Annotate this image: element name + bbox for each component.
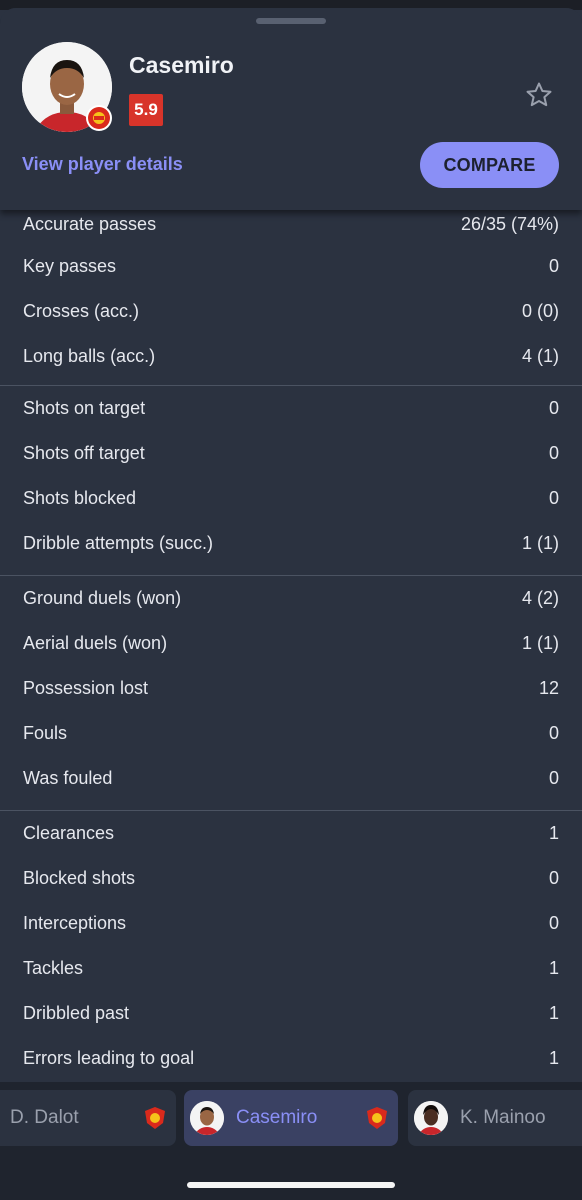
player-stats-sheet: Casemiro 5.9 View player details COMPARE… xyxy=(0,8,582,1200)
stat-label: Clearances xyxy=(23,823,115,843)
player-avatar xyxy=(190,1101,224,1135)
stat-row: Ground duels (won) 4 (2) xyxy=(23,576,559,621)
stat-row: Accurate passes 26/35 (74%) xyxy=(23,214,559,244)
stat-row: Interceptions 0 xyxy=(23,901,559,946)
stat-value: 12 xyxy=(538,678,559,698)
stat-group: Accurate passes 26/35 (74%) Key passes 0 Cro… xyxy=(0,210,582,386)
stat-value: 0 xyxy=(548,256,559,276)
stat-row: Aerial duels (won) 1 (1) xyxy=(23,621,559,666)
stat-row: Crosses (acc.) 0 (0) xyxy=(23,289,559,334)
stat-value: 1 xyxy=(548,823,559,843)
stat-label: Crosses (acc.) xyxy=(23,301,140,321)
stats-list: Accurate passes 26/35 (74%) Key passes 0 Cro… xyxy=(0,210,582,1091)
compare-button[interactable]: COMPARE xyxy=(420,142,559,188)
stat-value: 1 xyxy=(548,1048,559,1068)
stat-label: Dribble attempts (succ.) xyxy=(23,533,214,553)
tab-player-casemiro[interactable]: Casemiro xyxy=(184,1090,398,1146)
stat-label: Possession lost xyxy=(23,678,149,698)
star-icon[interactable] xyxy=(524,80,554,110)
stat-label: Tackles xyxy=(23,958,84,978)
stat-row: Clearances 1 xyxy=(23,811,559,856)
stat-row: Blocked shots 0 xyxy=(23,856,559,901)
stat-value: 26/35 (74%) xyxy=(460,214,559,234)
stat-label: Accurate passes xyxy=(23,214,157,234)
stat-value: 0 xyxy=(548,443,559,463)
stat-label: Shots off target xyxy=(23,443,145,463)
stat-label: Key passes xyxy=(23,256,117,276)
stat-row: Tackles 1 xyxy=(23,946,559,991)
club-crest-icon xyxy=(367,1107,387,1129)
stat-value: 0 xyxy=(548,868,559,888)
stat-label: Long balls (acc.) xyxy=(23,346,156,366)
tab-label: Casemiro xyxy=(236,1107,318,1128)
player-avatar xyxy=(414,1101,448,1135)
stat-value: 0 (0) xyxy=(521,301,559,321)
stat-value: 0 xyxy=(548,723,559,743)
stat-row: Shots off target 0 xyxy=(23,431,559,476)
stat-value: 4 (2) xyxy=(521,588,559,608)
stat-row: Possession lost 12 xyxy=(23,666,559,711)
stat-value: 0 xyxy=(548,488,559,508)
stat-value: 1 (1) xyxy=(521,633,559,653)
tab-label: D. Dalot xyxy=(10,1107,79,1128)
drag-handle[interactable] xyxy=(256,18,326,24)
stat-group: Clearances 1 Blocked shots 0 Interceptions 0 T… xyxy=(0,811,582,1091)
stat-group: Shots on target 0 Shots off target 0 Shots b… xyxy=(0,386,582,576)
stat-label: Blocked shots xyxy=(23,868,136,888)
stat-label: Shots on target xyxy=(23,398,146,418)
player-header: Casemiro 5.9 View player details COMPARE xyxy=(0,8,582,210)
stat-value: 0 xyxy=(548,768,559,788)
stat-label: Aerial duels (won) xyxy=(23,633,168,653)
stat-row: Dribbled past 1 xyxy=(23,991,559,1036)
stat-row: Long balls (acc.) 4 (1) xyxy=(23,334,559,379)
tab-player-k-mainoo[interactable]: K. Mainoo xyxy=(408,1090,582,1146)
stat-value: 4 (1) xyxy=(521,346,559,366)
stat-label: Ground duels (won) xyxy=(23,588,182,608)
stat-row: Was fouled 0 xyxy=(23,756,559,801)
stat-row: Fouls 0 xyxy=(23,711,559,756)
stat-value: 1 xyxy=(548,1003,559,1023)
player-name: Casemiro xyxy=(129,52,234,78)
stat-value: 0 xyxy=(548,913,559,933)
stat-label: Errors leading to goal xyxy=(23,1048,195,1068)
rating-badge: 5.9 xyxy=(129,94,163,126)
stat-label: Dribbled past xyxy=(23,1003,130,1023)
stat-label: Interceptions xyxy=(23,913,127,933)
club-crest-icon xyxy=(145,1107,165,1129)
tab-label: K. Mainoo xyxy=(460,1107,546,1128)
stat-value: 1 (1) xyxy=(521,533,559,553)
stat-label: Fouls xyxy=(23,723,68,743)
view-player-details-link[interactable]: View player details xyxy=(22,154,183,175)
stat-row: Dribble attempts (succ.) 1 (1) xyxy=(23,521,559,566)
tab-player-d-dalot[interactable]: D. Dalot xyxy=(0,1090,176,1146)
stat-row: Errors leading to goal 1 xyxy=(23,1036,559,1081)
stat-row: Shots blocked 0 xyxy=(23,476,559,521)
club-crest-icon xyxy=(86,105,112,131)
stat-value: 1 xyxy=(548,958,559,978)
stat-row: Shots on target 0 xyxy=(23,386,559,431)
stat-row: Key passes 0 xyxy=(23,244,559,289)
stat-label: Shots blocked xyxy=(23,488,137,508)
stat-group: Ground duels (won) 4 (2) Aerial duels (won… xyxy=(0,576,582,811)
home-indicator[interactable] xyxy=(187,1182,395,1188)
stat-value: 0 xyxy=(548,398,559,418)
stat-label: Was fouled xyxy=(23,768,113,788)
